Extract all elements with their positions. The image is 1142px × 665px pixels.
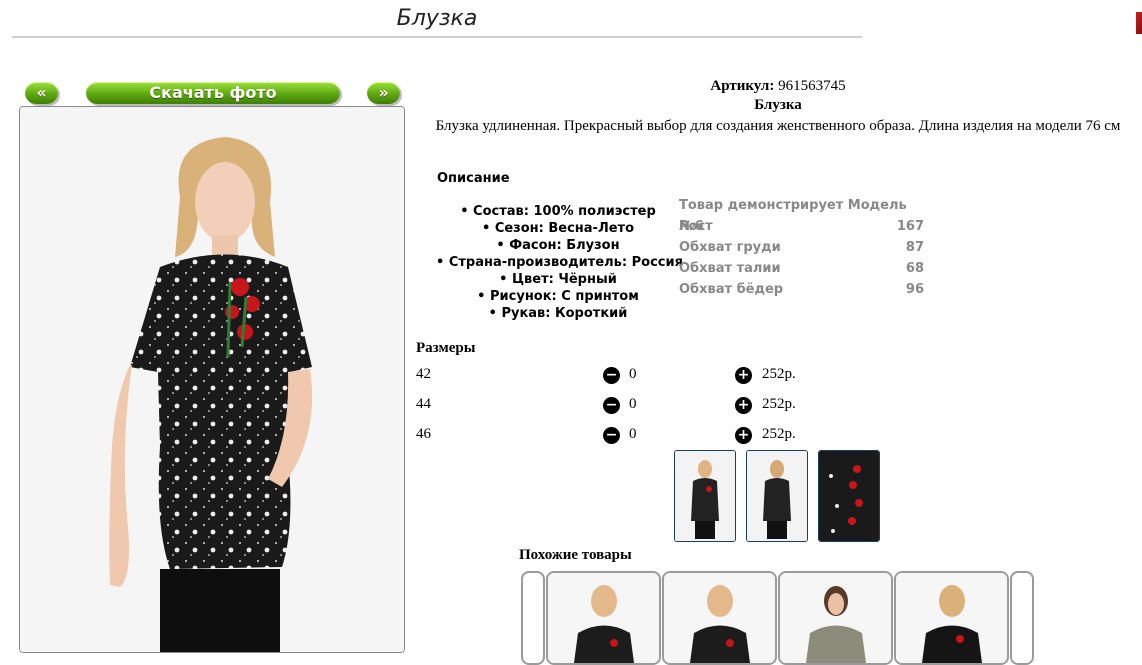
sizes-heading: Размеры	[416, 340, 476, 356]
article-value: 961563745	[778, 78, 846, 94]
similar-scroll-left[interactable]	[521, 571, 545, 665]
similar-product-card[interactable]	[546, 571, 661, 665]
article-line: Артикул: 961563745	[416, 78, 1140, 95]
similar-product-card[interactable]	[662, 571, 777, 665]
page-title: Блузка	[396, 6, 478, 31]
product-info: Артикул: 961563745 Блузка Блузка удлинен…	[416, 78, 1140, 136]
size-label: 42	[416, 366, 431, 382]
minus-circle-icon[interactable]: −	[603, 427, 620, 444]
download-photo-button[interactable]: Скачать фото	[86, 82, 340, 104]
next-photo-button[interactable]: »	[367, 82, 400, 104]
photo-thumbnail-back[interactable]	[746, 450, 808, 542]
similar-product-card[interactable]	[778, 571, 893, 665]
model-row: Обхват талии 68	[679, 261, 924, 276]
size-price: 252р.	[762, 426, 796, 442]
prev-photo-button[interactable]: «	[25, 82, 58, 104]
model-row: Обхват груди 87	[679, 240, 924, 255]
size-price: 252р.	[762, 366, 796, 382]
edge-decoration	[1136, 12, 1142, 34]
spec-item: Состав: 100% полиэстер	[436, 203, 680, 220]
similar-heading: Похожие товары	[519, 547, 632, 563]
spec-item: Фасон: Блузон	[436, 237, 680, 254]
photo-thumbnail-detail[interactable]	[818, 450, 880, 542]
title-divider	[12, 36, 862, 38]
article-label: Артикул:	[710, 78, 775, 94]
model-row: Обхват бёдер 96	[679, 282, 924, 297]
quantity-value: 0	[629, 426, 637, 442]
size-row: 42 − 0 + 252р.	[416, 364, 836, 386]
size-row: 46 − 0 + 252р.	[416, 424, 836, 446]
quantity-value: 0	[629, 396, 637, 412]
spec-item: Страна-производитель: Россия	[436, 254, 683, 271]
minus-circle-icon[interactable]: −	[603, 367, 620, 384]
size-row: 44 − 0 + 252р.	[416, 394, 836, 416]
product-name: Блузка	[754, 97, 802, 113]
size-label: 44	[416, 396, 431, 412]
spec-item: Сезон: Весна-Лето	[436, 220, 680, 237]
size-price: 252р.	[762, 396, 796, 412]
specs-list: Состав: 100% полиэстер Сезон: Весна-Лето…	[436, 203, 683, 322]
spec-item: Рукав: Короткий	[436, 305, 680, 322]
product-description: Блузка удлиненная. Прекрасный выбор для …	[435, 118, 1121, 134]
photo-thumbnail-front[interactable]	[674, 450, 736, 542]
model-row: Рост 167	[679, 219, 924, 234]
spec-item: Рисунок: С принтом	[436, 288, 680, 305]
model-heading: Товар демонстрирует Модель №6	[679, 198, 907, 234]
similar-product-card[interactable]	[894, 571, 1009, 665]
plus-circle-icon[interactable]: +	[735, 367, 752, 384]
spec-item: Цвет: Чёрный	[436, 271, 680, 288]
specs-heading: Описание	[437, 171, 510, 186]
similar-scroll-right[interactable]	[1010, 571, 1034, 665]
plus-circle-icon[interactable]: +	[735, 427, 752, 444]
plus-circle-icon[interactable]: +	[735, 397, 752, 414]
model-params: Товар демонстрирует Модель №6 Рост 167 Об…	[679, 195, 924, 300]
main-product-photo	[19, 106, 405, 653]
minus-circle-icon[interactable]: −	[603, 397, 620, 414]
quantity-value: 0	[629, 366, 637, 382]
size-label: 46	[416, 426, 431, 442]
